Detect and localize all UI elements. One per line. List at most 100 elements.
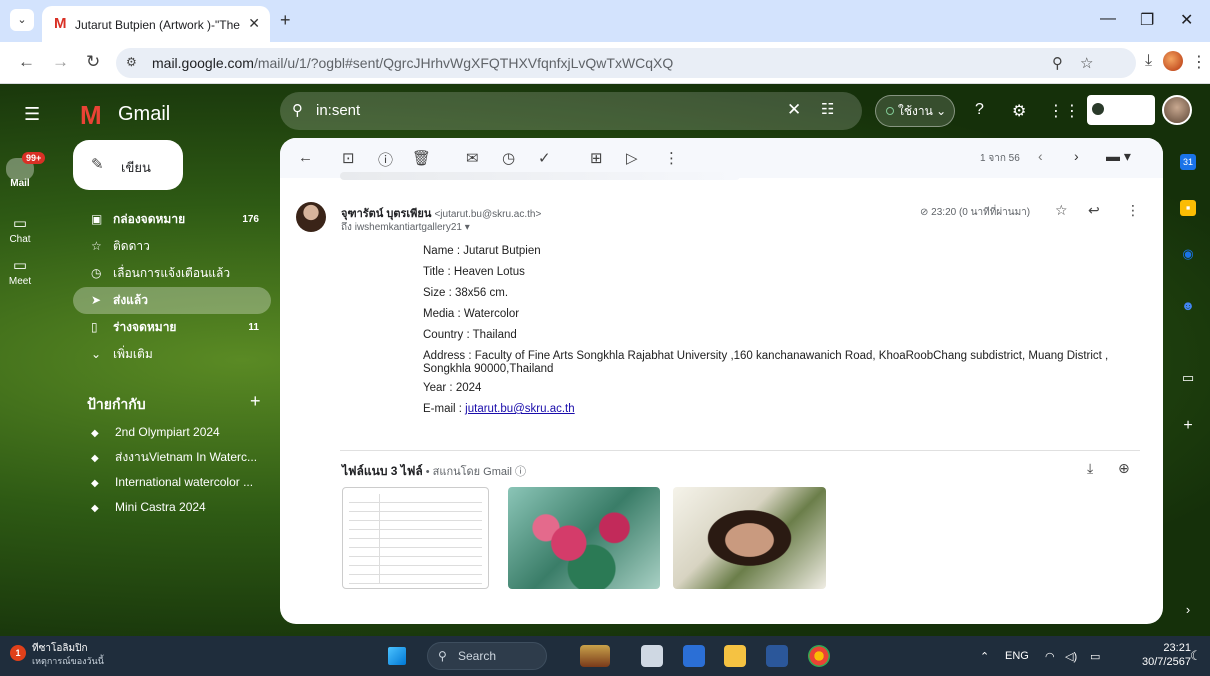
- new-tab-button[interactable]: +: [280, 10, 291, 31]
- word-icon[interactable]: [766, 645, 788, 667]
- windows-start-icon[interactable]: [388, 647, 406, 665]
- main-menu-icon[interactable]: ☰: [24, 104, 40, 125]
- wifi-icon[interactable]: ◠: [1045, 650, 1055, 663]
- snooze-icon[interactable]: ◷: [502, 149, 515, 167]
- subject-line-partial: [340, 172, 740, 180]
- body-year: Year : 2024: [423, 382, 482, 394]
- body-title: Title : Heaven Lotus: [423, 266, 525, 278]
- label-item[interactable]: ◆ 2nd Olympiart 2024: [73, 420, 271, 445]
- back-to-list-icon[interactable]: ←: [298, 149, 313, 166]
- email-link[interactable]: jutarut.bu@skru.ac.th: [465, 403, 574, 415]
- mark-unread-icon[interactable]: ✉: [466, 149, 479, 167]
- add-label-button[interactable]: +: [250, 391, 261, 412]
- label-tag-icon: ◆: [91, 428, 99, 439]
- sidebar-item-drafts[interactable]: ▯ ร่างจดหมาย 11: [73, 314, 271, 341]
- more-actions-icon[interactable]: ⋮: [664, 149, 679, 167]
- delete-icon[interactable]: 🗑: [412, 149, 431, 167]
- browser-profile-avatar[interactable]: [1163, 51, 1183, 71]
- battery-icon[interactable]: ▭: [1090, 650, 1100, 663]
- add-task-icon[interactable]: ✓: [538, 149, 551, 167]
- site-info-icon[interactable]: ⚙: [126, 55, 137, 69]
- forward-button[interactable]: →: [52, 52, 69, 72]
- get-addons-icon[interactable]: +: [1180, 418, 1196, 434]
- older-icon[interactable]: ›: [1074, 148, 1079, 164]
- hide-side-panel-icon[interactable]: ›: [1180, 602, 1196, 618]
- newer-icon[interactable]: ‹: [1038, 148, 1043, 164]
- clear-search-icon[interactable]: ✕: [787, 100, 801, 120]
- news-widget[interactable]: 1 ทีซาโอลิมปิก เหตุการณ์ของวันนี้: [10, 642, 104, 668]
- taskbar-app-widget-icon[interactable]: [580, 645, 610, 667]
- label-item[interactable]: ◆ ส่งงานVietnam In Waterc...: [73, 445, 271, 470]
- chat-icon: ▭: [12, 215, 28, 232]
- reply-icon[interactable]: ↩: [1088, 202, 1100, 219]
- organization-logo[interactable]: [1087, 95, 1155, 125]
- rail-chat[interactable]: ▭ Chat: [0, 214, 40, 245]
- search-options-icon[interactable]: ☷: [821, 100, 834, 118]
- zoom-icon[interactable]: ⚲: [1052, 54, 1063, 72]
- sidebar-item-snoozed[interactable]: ◷ เลื่อนการแจ้งเตือนแล้ว: [73, 260, 271, 287]
- store-icon[interactable]: [683, 645, 705, 667]
- search-icon[interactable]: ⚲: [292, 101, 303, 119]
- sender-avatar[interactable]: [296, 202, 326, 232]
- archive-icon[interactable]: ⊡: [342, 149, 355, 167]
- restore-button[interactable]: ❐: [1140, 10, 1154, 30]
- input-tools-icon[interactable]: ▬ ▾: [1106, 148, 1131, 165]
- account-avatar[interactable]: [1162, 95, 1192, 125]
- window-close-button[interactable]: ✕: [1180, 10, 1193, 30]
- label-icon[interactable]: ▷: [626, 149, 638, 167]
- reload-button[interactable]: ↻: [86, 52, 100, 72]
- recipient-line[interactable]: ถึง iwshemkantiartgallery21 ▾: [341, 220, 470, 235]
- keep-icon[interactable]: ▪: [1180, 200, 1196, 216]
- rail-meet[interactable]: ▭ Meet: [0, 256, 40, 287]
- compose-button[interactable]: ✎ เขียน: [73, 140, 183, 190]
- taskbar-search[interactable]: ⚲ Search: [427, 642, 547, 670]
- sidebar-item-more[interactable]: ⌄ เพิ่มเติม: [73, 341, 271, 368]
- volume-icon[interactable]: ◁): [1065, 650, 1077, 663]
- save-to-drive-icon[interactable]: ⊕: [1118, 460, 1130, 477]
- notification-icon[interactable]: ☾: [1190, 648, 1202, 664]
- label-item[interactable]: ◆ Mini Castra 2024: [73, 495, 271, 520]
- minimize-button[interactable]: —: [1100, 10, 1116, 28]
- attachment-thumbnail-photo[interactable]: [673, 487, 826, 589]
- rail-mail[interactable]: 99+ Mail: [0, 152, 46, 189]
- browser-tab-active[interactable]: M Jutarut Butpien (Artwork )-"The ✕: [42, 6, 270, 42]
- star-message-icon[interactable]: ☆: [1055, 202, 1068, 219]
- taskbar-clock[interactable]: 23:21 30/7/2567: [1142, 641, 1191, 669]
- tray-overflow-icon[interactable]: ⌃: [980, 650, 989, 663]
- chrome-icon[interactable]: [808, 645, 830, 667]
- chrome-menu-icon[interactable]: ⋮: [1191, 52, 1207, 72]
- message-more-icon[interactable]: ⋮: [1126, 202, 1140, 219]
- file-explorer-icon[interactable]: [724, 645, 746, 667]
- side-panel-app-icon[interactable]: ▭: [1180, 370, 1196, 386]
- gmail-favicon-icon: M: [54, 15, 67, 32]
- contacts-icon[interactable]: ☻: [1180, 298, 1196, 314]
- back-button[interactable]: ←: [18, 52, 35, 72]
- sidebar-item-starred[interactable]: ☆ ติดดาว: [73, 233, 271, 260]
- address-bar[interactable]: ⚙ mail.google.com/mail/u/1/?ogbl#sent/Qg…: [116, 48, 1136, 78]
- label-item[interactable]: ◆ International watercolor ...: [73, 470, 271, 495]
- body-media: Media : Watercolor: [423, 308, 520, 320]
- sidebar-nav: ▣ กล่องจดหมาย 176 ☆ ติดดาว ◷ เลื่อนการแจ้งเต…: [73, 206, 271, 368]
- tab-close-icon[interactable]: ✕: [248, 15, 260, 32]
- tasks-icon[interactable]: ◉: [1180, 246, 1196, 262]
- tab-search-button[interactable]: ⌄: [10, 9, 34, 31]
- download-icon[interactable]: ⤓: [1145, 52, 1152, 70]
- language-indicator[interactable]: ENG: [1005, 650, 1029, 662]
- settings-gear-icon[interactable]: ⚙: [1012, 101, 1026, 121]
- calendar-icon[interactable]: 31: [1180, 154, 1196, 170]
- sender-name[interactable]: จุฑารัตน์ บุตรเพียน: [341, 208, 431, 220]
- attachment-thumbnail-painting[interactable]: [508, 487, 660, 589]
- star-icon: ☆: [91, 239, 102, 253]
- bookmark-star-icon[interactable]: ☆: [1080, 54, 1093, 72]
- help-icon[interactable]: ?: [975, 101, 984, 119]
- report-spam-icon[interactable]: ⓘ: [378, 149, 393, 170]
- status-selector[interactable]: ใช้งาน ⌄: [875, 95, 955, 127]
- download-all-icon[interactable]: ⤓: [1087, 460, 1093, 477]
- attachment-thumbnail-form[interactable]: [342, 487, 489, 589]
- move-to-icon[interactable]: ⊞: [590, 149, 603, 167]
- sidebar-item-inbox[interactable]: ▣ กล่องจดหมาย 176: [73, 206, 271, 233]
- video-icon: ▭: [12, 257, 28, 274]
- task-view-icon[interactable]: [641, 645, 663, 667]
- search-input[interactable]: [316, 102, 716, 119]
- sidebar-item-sent[interactable]: ➤ ส่งแล้ว: [73, 287, 271, 314]
